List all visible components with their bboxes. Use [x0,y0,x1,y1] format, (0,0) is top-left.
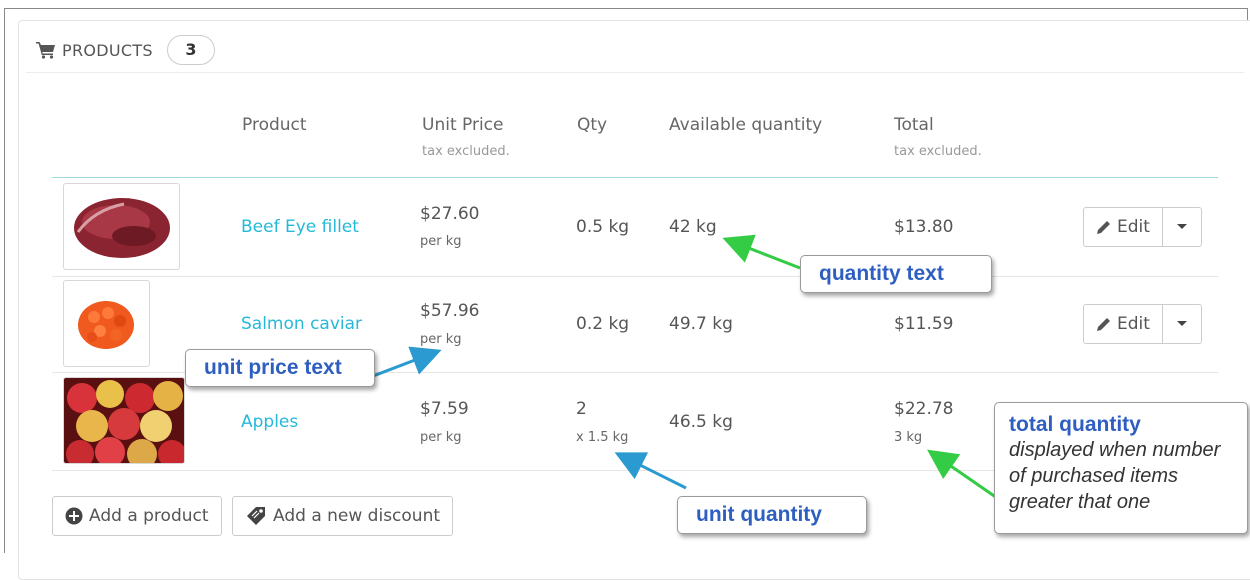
plus-circle-icon [65,507,83,525]
total-price: $11.59 [894,314,954,334]
available-quantity: 42 kg [669,217,717,237]
add-discount-label: Add a new discount [273,506,441,526]
available-quantity: 49.7 kg [669,314,733,334]
column-header-qty: Qty [577,115,608,135]
product-link-apples[interactable]: Apples [241,412,298,432]
qty-value: 0.2 kg [576,314,630,334]
qty-value: 2 [576,399,587,419]
qty-value: 0.5 kg [576,217,630,237]
column-subheader-total: tax excluded. [894,144,982,159]
product-image-apples [63,377,185,464]
edit-button[interactable]: Edit [1084,305,1163,343]
edit-button-label: Edit [1117,217,1150,237]
total-price: $22.78 [894,399,954,419]
table-header-rule [52,177,1218,178]
total-quantity: 3 kg [894,430,923,445]
callout-unit-price-text-label: unit price text [204,356,342,379]
dropdown-toggle-button[interactable] [1163,305,1201,343]
product-link-beef-eye-fillet[interactable]: Beef Eye fillet [241,217,359,237]
row-action-group: Edit [1083,304,1202,344]
add-product-label: Add a product [89,506,209,526]
qty-unit-quantity: x 1.5 kg [576,430,629,445]
unit-price-unit: per kg [420,332,462,347]
callout-quantity-text: quantity text [800,255,992,293]
product-image-salmon-caviar [63,280,150,367]
column-header-total: Total [894,115,934,135]
unit-price: $7.59 [420,399,469,419]
edit-button-label: Edit [1117,314,1150,334]
row-action-group: Edit [1083,207,1202,247]
product-count-badge: 3 [166,35,215,65]
column-subheader-unit-price: tax excluded. [422,144,510,159]
callout-total-quantity-title: total quantity [1009,413,1141,436]
caret-down-icon [1176,321,1187,326]
heading-divider [26,72,1244,73]
total-price: $13.80 [894,217,954,237]
callout-total-quantity-description: displayed when number of purchased items… [1009,439,1221,513]
callout-unit-quantity: unit quantity [677,496,867,534]
dropdown-toggle-button[interactable] [1163,208,1201,246]
pencil-icon [1097,221,1110,234]
shopping-cart-icon [36,42,55,59]
product-link-salmon-caviar[interactable]: Salmon caviar [241,314,362,334]
callout-quantity-text-label: quantity text [819,262,944,285]
row-divider [52,276,1218,277]
ticket-icon [247,507,265,525]
add-product-button[interactable]: Add a product [52,496,222,536]
unit-price-unit: per kg [420,430,462,445]
column-header-product: Product [242,115,307,135]
callout-unit-quantity-label: unit quantity [696,503,822,526]
column-header-unit-price: Unit Price [422,115,504,135]
add-discount-button[interactable]: Add a new discount [232,496,454,536]
panel-title: PRODUCTS [62,40,153,60]
unit-price-unit: per kg [420,234,462,249]
callout-total-quantity: total quantity displayed when number of … [994,402,1248,534]
panel-heading: PRODUCTS 3 [36,32,215,68]
column-header-available-quantity: Available quantity [669,115,823,135]
pencil-icon [1097,318,1110,331]
unit-price: $27.60 [420,204,480,224]
available-quantity: 46.5 kg [669,412,733,432]
product-image-beef [63,183,180,270]
edit-button[interactable]: Edit [1084,208,1163,246]
callout-unit-price-text: unit price text [185,349,375,387]
unit-price: $57.96 [420,301,480,321]
caret-down-icon [1176,224,1187,229]
